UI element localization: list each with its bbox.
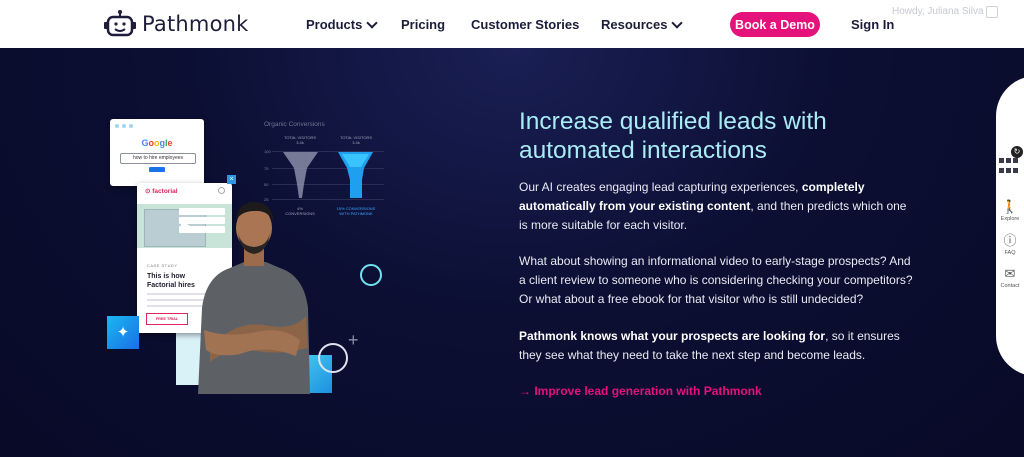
logo[interactable]: Pathmonk [104, 9, 249, 39]
sparkle-icon: ✦ [107, 316, 139, 349]
grid-menu-icon[interactable] [999, 158, 1019, 176]
nav-label: Products [306, 17, 363, 32]
sidebar-item-label: FAQ [1004, 250, 1016, 256]
faq-icon: ⓘ [1003, 233, 1017, 248]
decorative-ring [360, 264, 382, 286]
decorative-ring [318, 343, 348, 373]
window-dots [115, 124, 133, 128]
refresh-icon[interactable]: ↻ [1011, 146, 1023, 158]
google-search-button [149, 167, 165, 172]
nav-item-customer-stories[interactable]: Customer Stories [471, 17, 579, 32]
funnel-title: Organic Conversions [264, 121, 325, 128]
person-photo [198, 202, 310, 394]
sidebar-item-label: Contact [1000, 283, 1020, 289]
info-icon [218, 187, 225, 194]
sidebar-item-label: Explore [1000, 216, 1020, 222]
hero-headline: Increase qualified leads with automated … [519, 108, 827, 164]
sidebar-item-contact[interactable]: ✉ Contact [996, 266, 1024, 290]
factorial-logo-text: factorial [152, 188, 178, 195]
chevron-down-icon [671, 16, 684, 29]
paragraph-bold-text: Pathmonk knows what your prospects are l… [519, 329, 826, 343]
book-demo-button[interactable]: Book a Demo [730, 12, 820, 37]
nav-label: Pricing [401, 17, 446, 32]
funnel-left [283, 152, 318, 198]
sidebar-item-explore[interactable]: 🚶 Explore [996, 199, 1024, 223]
funnel-row-label: 100 [264, 149, 271, 154]
case-study-label: CASE STUDY [147, 263, 178, 268]
contact-icon: ✉ [1004, 266, 1016, 281]
nav-item-pricing[interactable]: Pricing [401, 17, 445, 32]
hero-paragraph-2: What about showing an informational vide… [519, 254, 913, 306]
google-search-card: Google how to hire employees [110, 119, 204, 186]
site-header: Pathmonk Products Pricing Customer Stori… [0, 0, 1024, 48]
sidebar-item-faq[interactable]: ⓘ FAQ [996, 233, 1024, 257]
funnel-header-right: TOTAL VISITORS 3.4k [339, 135, 373, 145]
funnel-caption-right: 15% CONVERSIONS WITH PATHMONK [336, 206, 376, 216]
google-search-box: how to hire employees [120, 153, 196, 164]
paragraph-text: Our AI creates engaging lead capturing e… [519, 180, 802, 194]
improve-lead-generation-link[interactable]: → Improve lead generation with Pathmonk [519, 384, 762, 398]
hero-paragraph-1: Our AI creates engaging lead capturing e… [519, 178, 917, 235]
close-icon: × [227, 175, 236, 184]
sign-in-link[interactable]: Sign In [851, 17, 894, 32]
free-trial-button: FREE TRIAL [146, 313, 188, 325]
robot-logo-icon [104, 10, 136, 37]
google-logo: Google [141, 138, 173, 148]
chevron-down-icon [366, 16, 379, 29]
howdy-user-text[interactable]: Howdy, Juliana Silva [892, 6, 984, 17]
floating-sidebar [996, 76, 1024, 376]
nav-item-resources[interactable]: Resources [601, 16, 684, 32]
avatar[interactable] [986, 6, 998, 18]
nav-label: Customer Stories [471, 17, 580, 32]
plus-icon: + [348, 330, 359, 350]
nav-item-products[interactable]: Products [306, 16, 379, 32]
funnel-row-label: 50 [264, 182, 269, 187]
hero-paragraph-3: Pathmonk knows what your prospects are l… [519, 327, 917, 365]
funnel-chart [283, 152, 373, 198]
nav-label: Resources [601, 17, 668, 32]
factorial-logo: ⊙ factorial [145, 188, 178, 195]
logo-text: Pathmonk [142, 12, 249, 36]
explore-icon: 🚶 [1001, 199, 1019, 214]
funnel-header-left: TOTAL VISITORS 3.4k [283, 135, 317, 145]
funnel-row-label: 75 [264, 166, 269, 171]
